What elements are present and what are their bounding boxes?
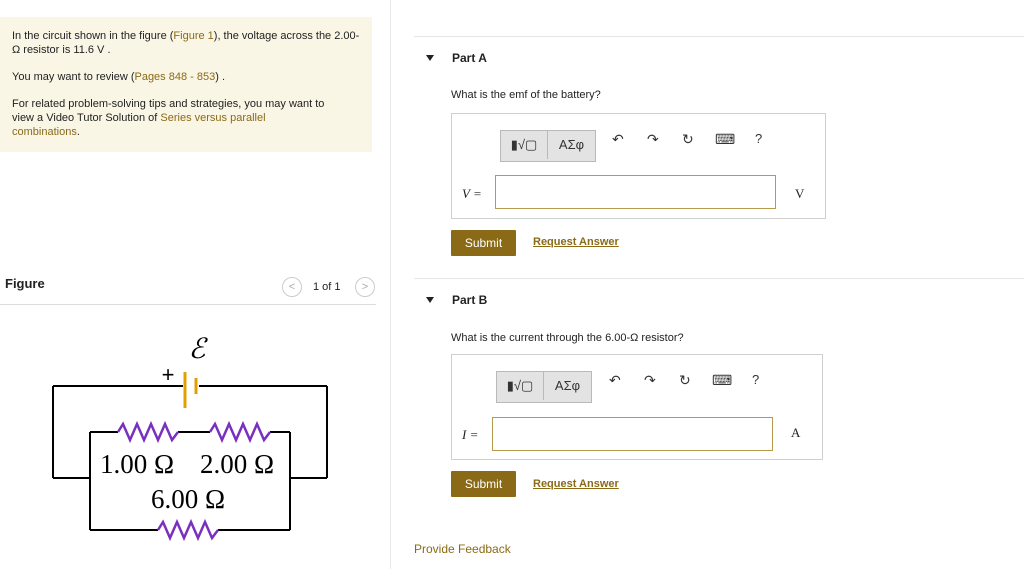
symbols-button[interactable]: ΑΣφ: [548, 131, 595, 159]
help-icon[interactable]: ?: [755, 131, 762, 146]
undo-icon[interactable]: ↶: [612, 131, 624, 148]
help-icon[interactable]: ?: [752, 372, 759, 387]
part-b-question: What is the current through the 6.00-Ω r…: [451, 332, 684, 344]
plus-sign: +: [162, 362, 175, 387]
math-toolbar: ▮√▢ ΑΣφ: [496, 371, 592, 403]
part-b-submit-button[interactable]: Submit: [451, 471, 516, 497]
provide-feedback-link[interactable]: Provide Feedback: [414, 542, 511, 556]
resistor-3-zigzag: [156, 518, 219, 542]
symbols-button[interactable]: ΑΣφ: [544, 372, 591, 400]
part-b-header[interactable]: Part B: [414, 278, 1024, 319]
part-b-title: Part B: [452, 293, 488, 307]
part-a-answer-input[interactable]: [495, 175, 776, 209]
emf-symbol: ℰ: [189, 334, 209, 365]
part-a-answer-box: ▮√▢ ΑΣφ ↶ ↷ ↻ ⌨ ? V = V: [451, 113, 826, 219]
redo-icon[interactable]: ↷: [647, 131, 659, 148]
problem-text-line2: Ω resistor is 11.6 V .: [12, 44, 111, 56]
review-text: You may want to review (Pages 848 - 853)…: [12, 71, 225, 83]
templates-button[interactable]: ▮√▢: [501, 131, 548, 159]
tips-text-line2: view a Video Tutor Solution of Series ve…: [12, 112, 266, 124]
problem-text: In the circuit shown in the figure (Figu…: [12, 30, 360, 42]
redo-icon[interactable]: ↷: [644, 372, 656, 389]
figure-header: Figure < 1 of 1 >: [0, 268, 376, 305]
pages-link[interactable]: Pages 848 - 853: [134, 71, 215, 83]
panel-divider: [390, 0, 391, 569]
caret-down-icon: [426, 55, 434, 61]
resistor-1-zigzag: [116, 420, 179, 444]
part-a-question: What is the emf of the battery?: [451, 89, 601, 101]
figure-link[interactable]: Figure 1: [173, 30, 213, 42]
caret-down-icon: [426, 297, 434, 303]
part-a-unit: V: [795, 186, 805, 201]
figure-prev-button[interactable]: <: [282, 277, 302, 297]
math-toolbar: ▮√▢ ΑΣφ: [500, 130, 596, 162]
part-b-var-label: I =: [462, 427, 479, 442]
video-tutor-link[interactable]: Series versus parallel: [160, 112, 265, 124]
part-b-unit: A: [791, 425, 801, 440]
figure-title: Figure: [5, 276, 45, 291]
undo-icon[interactable]: ↶: [609, 372, 621, 389]
part-b-request-answer-link[interactable]: Request Answer: [533, 478, 619, 490]
part-b: Part B What is the current through the 6…: [414, 278, 1024, 508]
figure-next-button[interactable]: >: [355, 277, 375, 297]
part-b-answer-input[interactable]: [492, 417, 773, 451]
reset-icon[interactable]: ↻: [679, 372, 691, 389]
circuit-diagram: ℰ + 1.00 Ω 2.00 Ω 6.00 Ω: [52, 334, 328, 542]
video-tutor-link-cont[interactable]: combinations: [12, 126, 77, 138]
part-a-submit-button[interactable]: Submit: [451, 230, 516, 256]
resistor-1-label: 1.00 Ω: [100, 449, 174, 479]
part-a-title: Part A: [452, 51, 487, 65]
tips-text-line3: combinations.: [12, 126, 80, 138]
figure-pager: 1 of 1: [313, 281, 341, 293]
part-b-answer-box: ▮√▢ ΑΣφ ↶ ↷ ↻ ⌨ ? I = A: [451, 354, 823, 460]
part-a: Part A What is the emf of the battery? ▮…: [414, 36, 1024, 266]
problem-statement: In the circuit shown in the figure (Figu…: [0, 17, 372, 152]
keyboard-icon[interactable]: ⌨: [712, 372, 732, 389]
tips-text: For related problem-solving tips and str…: [12, 98, 325, 110]
templates-button[interactable]: ▮√▢: [497, 372, 544, 400]
part-a-request-answer-link[interactable]: Request Answer: [533, 236, 619, 248]
reset-icon[interactable]: ↻: [682, 131, 694, 148]
part-a-header[interactable]: Part A: [414, 36, 1024, 77]
resistor-2-zigzag: [208, 420, 271, 444]
keyboard-icon[interactable]: ⌨: [715, 131, 735, 148]
resistor-3-label: 6.00 Ω: [151, 484, 225, 514]
part-a-var-label: V =: [462, 186, 482, 201]
resistor-2-label: 2.00 Ω: [200, 449, 274, 479]
